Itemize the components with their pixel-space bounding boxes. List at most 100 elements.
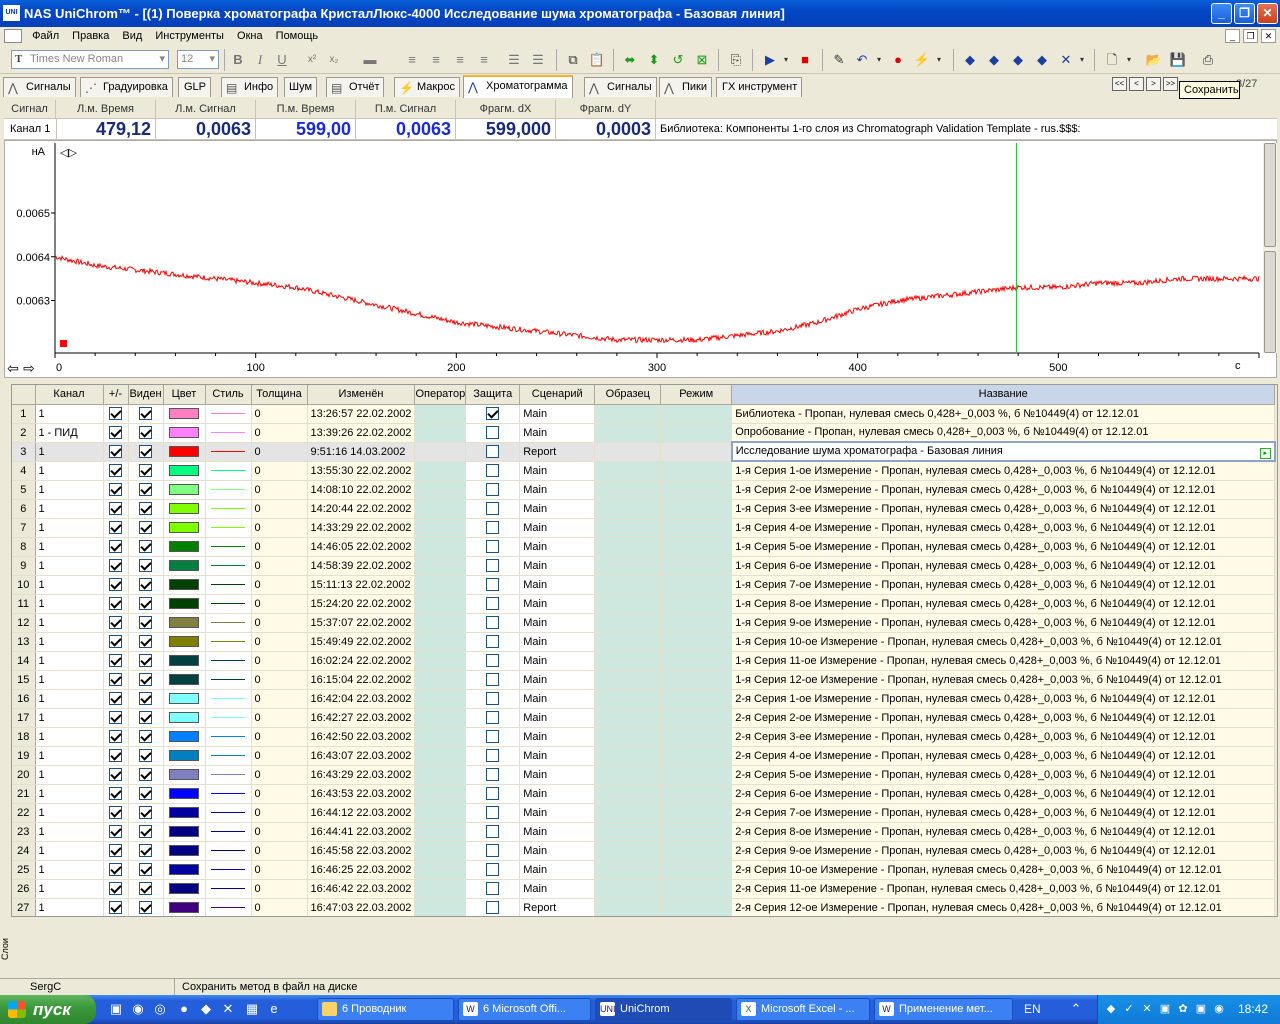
tab-calibration[interactable]: ⋰ Градуировка bbox=[80, 77, 173, 97]
table-row[interactable]: 4 1 0 13:55:30 22.02.2002 Main 1-я Серия 1-ое… bbox=[12, 461, 1276, 481]
sample-cell[interactable] bbox=[594, 879, 662, 899]
style-cell[interactable] bbox=[205, 423, 252, 443]
plus-minus-checkbox[interactable] bbox=[109, 540, 122, 553]
tab-peaks[interactable]: ⋀ Пики bbox=[659, 77, 713, 97]
mode-cell[interactable] bbox=[660, 613, 733, 633]
sample-cell[interactable] bbox=[594, 651, 662, 671]
style-cell[interactable] bbox=[205, 499, 252, 519]
plus-minus-checkbox[interactable] bbox=[109, 578, 122, 591]
sample-cell[interactable] bbox=[594, 499, 662, 519]
sample-cell[interactable] bbox=[594, 537, 662, 557]
visible-checkbox[interactable] bbox=[139, 578, 152, 591]
visible-cell[interactable] bbox=[128, 727, 164, 747]
visible-cell[interactable] bbox=[128, 442, 164, 462]
style-cell[interactable] bbox=[205, 879, 252, 899]
color-cell[interactable] bbox=[163, 822, 206, 842]
visible-cell[interactable] bbox=[128, 670, 164, 690]
stretch-vertical-icon[interactable]: ⬍ bbox=[644, 50, 664, 70]
color-swatch[interactable] bbox=[169, 693, 199, 705]
protection-cell[interactable] bbox=[465, 613, 521, 633]
column-header-mode[interactable]: Режим bbox=[660, 385, 733, 405]
thickness-cell[interactable]: 0 bbox=[251, 518, 308, 538]
new-dropdown-icon[interactable]: ▾ bbox=[1119, 50, 1139, 70]
visible-cell[interactable] bbox=[128, 594, 164, 614]
protection-checkbox[interactable] bbox=[486, 825, 500, 838]
color-swatch[interactable] bbox=[169, 807, 199, 819]
plus-minus-checkbox[interactable] bbox=[109, 426, 122, 439]
color-swatch[interactable] bbox=[169, 731, 199, 743]
visible-cell[interactable] bbox=[128, 689, 164, 709]
font-name-select[interactable]: T Times New Roman ▾ bbox=[11, 50, 169, 69]
align-left-icon[interactable]: ≡ bbox=[402, 50, 422, 70]
mode-cell[interactable] bbox=[660, 898, 733, 916]
table-row[interactable]: 25 1 0 16:46:25 22.03.2002 Main 2-я Серия 10-… bbox=[12, 860, 1276, 880]
style-cell[interactable] bbox=[205, 803, 252, 823]
mode-cell[interactable] bbox=[660, 803, 733, 823]
sample-cell[interactable] bbox=[594, 575, 662, 595]
last-page-button[interactable]: >> bbox=[1163, 77, 1178, 91]
channel-cell[interactable]: 1 - ПИД bbox=[35, 423, 104, 443]
sample-cell[interactable] bbox=[594, 822, 662, 842]
visible-checkbox[interactable] bbox=[139, 426, 152, 439]
protection-checkbox[interactable] bbox=[486, 635, 500, 648]
visible-cell[interactable] bbox=[128, 708, 164, 728]
mode-cell[interactable] bbox=[660, 860, 733, 880]
tab-gc-instrument[interactable]: ГХ инструмент bbox=[716, 77, 803, 97]
protection-checkbox[interactable] bbox=[486, 844, 500, 857]
name-cell[interactable]: 2-я Серия 12-ое Измерение - Пропан, нуле… bbox=[731, 898, 1276, 916]
color-swatch[interactable] bbox=[169, 655, 199, 667]
visible-cell[interactable] bbox=[128, 803, 164, 823]
table-row[interactable]: 10 1 0 15:11:13 22.02.2002 Main 1-я Серия 7-о… bbox=[12, 575, 1276, 595]
mode-cell[interactable] bbox=[660, 746, 733, 766]
sample-cell[interactable] bbox=[594, 594, 662, 614]
plus-minus-cell[interactable] bbox=[103, 480, 129, 500]
visible-checkbox[interactable] bbox=[139, 806, 152, 819]
mode-cell[interactable] bbox=[660, 841, 733, 861]
mode-cell[interactable] bbox=[660, 480, 733, 500]
column-header-corner[interactable] bbox=[12, 385, 36, 405]
tab-chromatogram[interactable]: ⋀ Хроматограмма bbox=[463, 75, 573, 98]
color-cell[interactable] bbox=[163, 803, 206, 823]
protection-checkbox[interactable] bbox=[486, 426, 500, 439]
protection-cell[interactable] bbox=[465, 784, 521, 804]
scenario-cell[interactable]: Main bbox=[519, 746, 596, 766]
plus-minus-cell[interactable] bbox=[103, 898, 129, 916]
scenario-cell[interactable]: Main bbox=[519, 461, 596, 481]
table-row[interactable]: 26 1 0 16:46:42 22.03.2002 Main 2-я Серия 11-… bbox=[12, 879, 1276, 899]
sample-cell[interactable] bbox=[594, 803, 662, 823]
mdi-minimize-button[interactable]: _ bbox=[1225, 29, 1240, 43]
table-row[interactable]: 23 1 0 16:44:41 22.03.2002 Main 2-я Серия 8-о… bbox=[12, 822, 1276, 842]
plus-minus-cell[interactable] bbox=[103, 784, 129, 804]
channel-cell[interactable]: 1 bbox=[35, 689, 104, 709]
color-cell[interactable] bbox=[163, 765, 206, 785]
thickness-cell[interactable]: 0 bbox=[251, 480, 308, 500]
menu-help[interactable]: Помощь bbox=[271, 27, 324, 46]
color-cell[interactable] bbox=[163, 404, 206, 424]
quicklaunch-desktop-icon[interactable]: ▣ bbox=[108, 1001, 124, 1017]
chromatogram-panel[interactable]: 0.0065 0.0064 0.0063 0 100 200 300 400 500 нА c ◁▷ ⇦… bbox=[4, 140, 1277, 378]
plus-minus-checkbox[interactable] bbox=[109, 901, 122, 914]
tray-expand-icon[interactable]: ⌃ bbox=[1068, 1001, 1084, 1017]
scroll-thumb-upper[interactable] bbox=[1264, 143, 1276, 247]
color-cell[interactable] bbox=[163, 632, 206, 652]
visible-checkbox[interactable] bbox=[139, 787, 152, 800]
visible-cell[interactable] bbox=[128, 898, 164, 916]
sample-cell[interactable] bbox=[594, 841, 662, 861]
style-cell[interactable] bbox=[205, 746, 252, 766]
plus-minus-checkbox[interactable] bbox=[109, 749, 122, 762]
quicklaunch-ie-icon[interactable]: e bbox=[266, 1001, 282, 1017]
color-cell[interactable] bbox=[163, 708, 206, 728]
protection-cell[interactable] bbox=[465, 727, 521, 747]
channel-cell[interactable]: 1 bbox=[35, 613, 104, 633]
thickness-cell[interactable]: 0 bbox=[251, 746, 308, 766]
name-cell[interactable]: 2-я Серия 5-ое Измерение - Пропан, нулев… bbox=[731, 765, 1276, 785]
thickness-cell[interactable]: 0 bbox=[251, 613, 308, 633]
plus-minus-cell[interactable] bbox=[103, 404, 129, 424]
visible-cell[interactable] bbox=[128, 556, 164, 576]
style-cell[interactable] bbox=[205, 651, 252, 671]
column-header-operator[interactable]: Оператор bbox=[414, 385, 467, 405]
color-cell[interactable] bbox=[163, 537, 206, 557]
start-button[interactable]: пуск bbox=[0, 995, 96, 1024]
channel-cell[interactable]: 1 bbox=[35, 499, 104, 519]
name-cell[interactable]: 1-я Серия 10-ое Измерение - Пропан, нуле… bbox=[731, 632, 1276, 652]
